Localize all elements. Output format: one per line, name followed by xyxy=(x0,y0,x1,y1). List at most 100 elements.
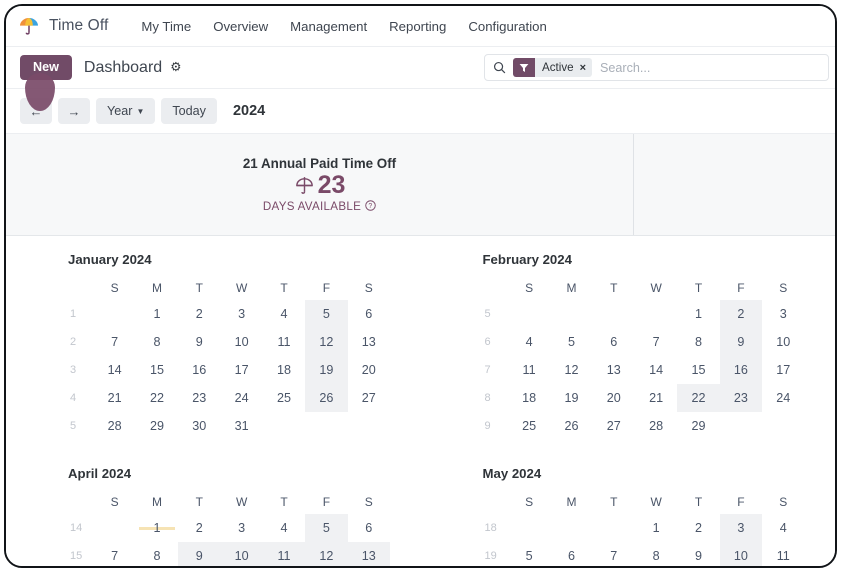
calendar-day-cell[interactable]: 30 xyxy=(178,412,220,440)
calendar-day-cell[interactable]: 28 xyxy=(635,412,677,440)
calendar-day-cell[interactable]: 10 xyxy=(719,542,763,566)
calendar-day-cell[interactable]: 1 xyxy=(136,300,178,328)
calendar-day-cell[interactable]: 4 xyxy=(508,328,550,356)
calendar-day-cell[interactable]: 13 xyxy=(347,542,390,566)
week-number[interactable]: 1 xyxy=(68,300,93,328)
scale-select-year[interactable]: Year ▼ xyxy=(96,98,156,124)
calendar-day-cell[interactable]: 21 xyxy=(93,384,135,412)
calendar-day-cell[interactable]: 6 xyxy=(550,542,592,566)
calendar-day-cell[interactable]: 11 xyxy=(263,328,305,356)
search-input[interactable] xyxy=(592,59,824,76)
calendar-day-cell[interactable]: 25 xyxy=(508,412,550,440)
calendar-day-cell[interactable]: 31 xyxy=(220,412,262,440)
calendar-day-cell[interactable]: 13 xyxy=(593,356,635,384)
calendar-day-cell[interactable]: 11 xyxy=(762,542,804,566)
calendar-day-cell[interactable]: 7 xyxy=(93,328,135,356)
calendar-day-cell[interactable]: 22 xyxy=(677,384,720,412)
calendar-day-cell[interactable]: 1 xyxy=(635,514,677,542)
calendar-day-cell[interactable]: 2 xyxy=(719,300,763,328)
calendar-day-cell[interactable]: 24 xyxy=(220,384,262,412)
search-view[interactable]: Active × xyxy=(484,54,829,81)
calendar-day-cell[interactable]: 10 xyxy=(762,328,804,356)
search-facet-active[interactable]: Active × xyxy=(513,58,593,77)
calendar-day-cell[interactable]: 21 xyxy=(635,384,677,412)
question-mark-icon[interactable]: ? xyxy=(365,199,376,214)
calendar-day-cell[interactable]: 14 xyxy=(635,356,677,384)
calendar-day-cell[interactable]: 12 xyxy=(305,328,348,356)
calendar-day-cell[interactable]: 4 xyxy=(762,514,804,542)
calendar-day-cell[interactable]: 14 xyxy=(93,356,135,384)
calendar-day-cell[interactable]: 8 xyxy=(136,542,178,566)
calendar-day-cell[interactable]: 29 xyxy=(677,412,719,440)
calendar-day-cell[interactable]: 15 xyxy=(136,356,178,384)
calendar-day-cell[interactable]: 4 xyxy=(263,300,305,328)
calendar-day-cell[interactable]: 9 xyxy=(677,542,719,566)
calendar-day-cell[interactable]: 3 xyxy=(719,514,763,542)
week-number[interactable]: 14 xyxy=(68,514,93,542)
nav-item-overview[interactable]: Overview xyxy=(202,15,279,38)
calendar-day-cell[interactable]: 12 xyxy=(305,542,348,566)
calendar-day-cell[interactable]: 9 xyxy=(178,328,220,356)
week-number[interactable]: 5 xyxy=(483,300,508,328)
week-number[interactable]: 6 xyxy=(483,328,508,356)
nav-item-reporting[interactable]: Reporting xyxy=(378,15,457,38)
week-number[interactable]: 2 xyxy=(68,328,93,356)
calendar-day-cell[interactable]: 22 xyxy=(136,384,178,412)
close-icon[interactable]: × xyxy=(580,62,586,74)
calendar-day-cell[interactable]: 6 xyxy=(348,514,390,542)
calendar-day-cell[interactable]: 5 xyxy=(508,542,550,566)
calendar-day-cell[interactable]: 19 xyxy=(305,356,348,384)
calendar-day-cell[interactable]: 17 xyxy=(762,356,804,384)
calendar-day-cell[interactable]: 10 xyxy=(220,542,263,566)
calendar-day-cell[interactable]: 8 xyxy=(635,542,677,566)
calendar-day-cell[interactable]: 2 xyxy=(677,514,719,542)
calendar-day-cell[interactable]: 2 xyxy=(178,300,220,328)
time-off-summary-card[interactable]: 21 Annual Paid Time Off 23 DAYS AVAILABL… xyxy=(6,134,634,235)
calendar-day-cell[interactable]: 6 xyxy=(593,328,635,356)
calendar-day-cell[interactable]: 24 xyxy=(762,384,804,412)
calendar-day-cell[interactable]: 19 xyxy=(550,384,592,412)
calendar-day-cell[interactable]: 26 xyxy=(305,384,348,412)
calendar-day-cell[interactable]: 13 xyxy=(348,328,390,356)
calendar-day-cell[interactable]: 18 xyxy=(263,356,305,384)
calendar-day-cell[interactable]: 7 xyxy=(93,542,135,566)
calendar-day-cell[interactable]: 1 xyxy=(136,514,178,542)
calendar-day-cell[interactable]: 4 xyxy=(263,514,305,542)
gear-icon[interactable]: ⚙ xyxy=(170,61,181,74)
week-number[interactable]: 19 xyxy=(483,542,508,566)
calendar-day-cell[interactable]: 20 xyxy=(593,384,635,412)
week-number[interactable]: 5 xyxy=(68,412,93,440)
brand[interactable]: Time Off xyxy=(18,15,108,37)
calendar-day-cell[interactable]: 9 xyxy=(719,328,763,356)
calendar-day-cell[interactable]: 5 xyxy=(550,328,592,356)
week-number[interactable]: 18 xyxy=(483,514,508,542)
today-button[interactable]: Today xyxy=(161,98,217,124)
calendar-day-cell[interactable]: 7 xyxy=(593,542,635,566)
week-number[interactable]: 9 xyxy=(483,412,508,440)
calendar-day-cell[interactable]: 29 xyxy=(136,412,178,440)
calendar-day-cell[interactable]: 16 xyxy=(178,356,220,384)
calendar-day-cell[interactable]: 5 xyxy=(305,514,348,542)
week-number[interactable]: 4 xyxy=(68,384,93,412)
calendar-day-cell[interactable]: 11 xyxy=(508,356,550,384)
week-number[interactable]: 7 xyxy=(483,356,508,384)
calendar-day-cell[interactable]: 28 xyxy=(93,412,135,440)
calendar-day-cell[interactable]: 27 xyxy=(593,412,635,440)
calendar-day-cell[interactable]: 7 xyxy=(635,328,677,356)
calendar-day-cell[interactable]: 16 xyxy=(719,356,763,384)
calendar-day-cell[interactable]: 23 xyxy=(178,384,220,412)
calendar-day-cell[interactable]: 3 xyxy=(762,300,804,328)
nav-item-management[interactable]: Management xyxy=(279,15,378,38)
nav-item-my-time[interactable]: My Time xyxy=(130,15,202,38)
calendar-day-cell[interactable]: 25 xyxy=(263,384,305,412)
calendar-day-cell[interactable]: 12 xyxy=(550,356,592,384)
calendar-day-cell[interactable]: 10 xyxy=(220,328,262,356)
calendar-day-cell[interactable]: 9 xyxy=(178,542,221,566)
calendar-day-cell[interactable]: 23 xyxy=(719,384,763,412)
week-number[interactable]: 3 xyxy=(68,356,93,384)
next-period-button[interactable]: → xyxy=(58,98,90,124)
calendar-day-cell[interactable]: 18 xyxy=(508,384,550,412)
week-number[interactable]: 8 xyxy=(483,384,508,412)
calendar-day-cell[interactable]: 6 xyxy=(348,300,390,328)
calendar-day-cell[interactable]: 27 xyxy=(348,384,390,412)
